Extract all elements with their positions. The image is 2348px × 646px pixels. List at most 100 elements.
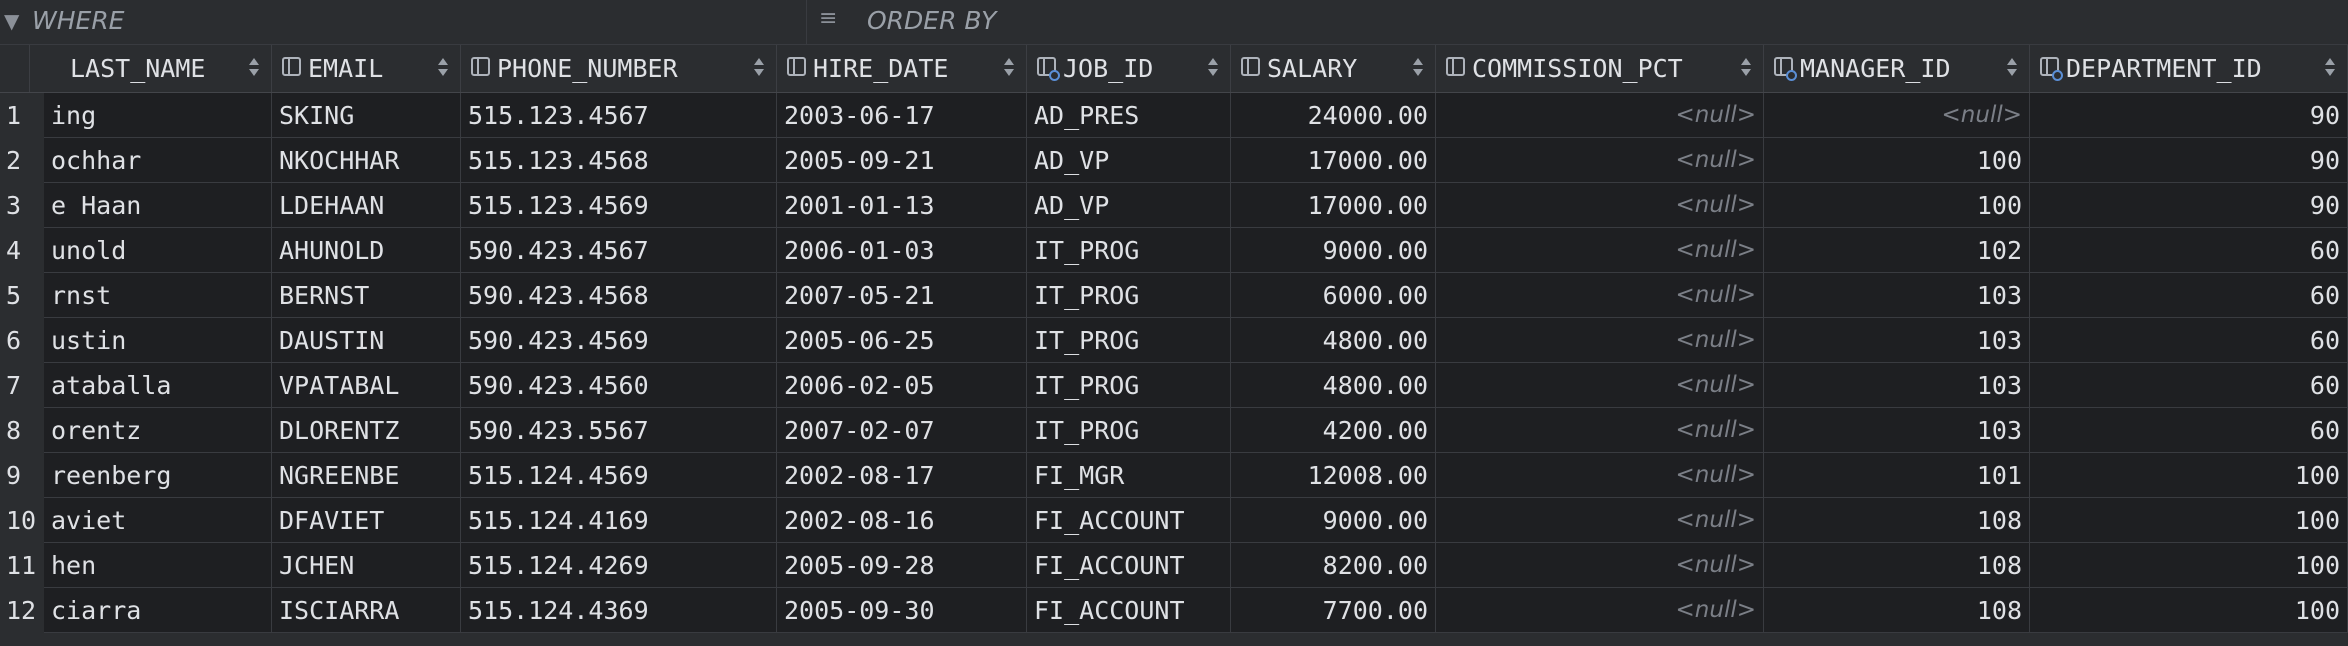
cell-hire-date[interactable]: 2001-01-13	[777, 183, 1027, 227]
row-number[interactable]: 3	[0, 183, 44, 228]
cell-department-id[interactable]: 90	[2030, 93, 2348, 137]
cell-phone-number[interactable]: 590.423.4560	[461, 363, 777, 407]
cell-manager-id[interactable]: 108	[1764, 543, 2030, 587]
cell-commission-pct[interactable]: <null>	[1436, 183, 1764, 227]
cell-job-id[interactable]: FI_ACCOUNT	[1027, 498, 1231, 542]
table-row[interactable]: 12 ciarra ISCIARRA 515.124.4369 2005-09-30 FI…	[0, 588, 2348, 633]
row-number[interactable]: 7	[0, 363, 44, 408]
cell-email[interactable]: NKOCHHAR	[272, 138, 461, 182]
cell-phone-number[interactable]: 515.123.4567	[461, 93, 777, 137]
cell-commission-pct[interactable]: <null>	[1436, 588, 1764, 632]
cell-manager-id[interactable]: 102	[1764, 228, 2030, 272]
orderby-filter[interactable]: ≡ ORDER BY	[807, 0, 2348, 44]
cell-manager-id[interactable]: 103	[1764, 363, 2030, 407]
cell-hire-date[interactable]: 2005-09-30	[777, 588, 1027, 632]
row-number[interactable]: 6	[0, 318, 44, 363]
cell-commission-pct[interactable]: <null>	[1436, 228, 1764, 272]
cell-salary[interactable]: 17000.00	[1231, 138, 1436, 182]
cell-salary[interactable]: 4800.00	[1231, 363, 1436, 407]
cell-last-name[interactable]: hen	[44, 543, 272, 587]
cell-last-name[interactable]: reenberg	[44, 453, 272, 497]
cell-phone-number[interactable]: 590.423.4568	[461, 273, 777, 317]
table-row[interactable]: 3e Haan LDEHAAN 515.123.4569 2001-01-13 AD_V…	[0, 183, 2348, 228]
column-header-manager-id[interactable]: MANAGER_ID	[1764, 45, 2030, 92]
cell-salary[interactable]: 9000.00	[1231, 498, 1436, 542]
row-number[interactable]: 5	[0, 273, 44, 318]
cell-job-id[interactable]: FI_MGR	[1027, 453, 1231, 497]
table-row[interactable]: 7 ataballa VPATABAL 590.423.4560 2006-02-05 I…	[0, 363, 2348, 408]
table-row[interactable]: 6 ustin DAUSTIN 590.423.4569 2005-06-25 IT_PR…	[0, 318, 2348, 363]
cell-salary[interactable]: 17000.00	[1231, 183, 1436, 227]
cell-department-id[interactable]: 60	[2030, 273, 2348, 317]
cell-commission-pct[interactable]: <null>	[1436, 453, 1764, 497]
table-row[interactable]: 10 aviet DFAVIET 515.124.4169 2002-08-16 FI_A…	[0, 498, 2348, 543]
cell-manager-id[interactable]: 108	[1764, 498, 2030, 542]
cell-manager-id[interactable]: 101	[1764, 453, 2030, 497]
table-row[interactable]: 4 unold AHUNOLD 590.423.4567 2006-01-03 IT_PR…	[0, 228, 2348, 273]
cell-manager-id[interactable]: 100	[1764, 138, 2030, 182]
row-number[interactable]: 4	[0, 228, 44, 273]
cell-department-id[interactable]: 100	[2030, 543, 2348, 587]
cell-hire-date[interactable]: 2007-05-21	[777, 273, 1027, 317]
cell-salary[interactable]: 24000.00	[1231, 93, 1436, 137]
cell-department-id[interactable]: 100	[2030, 498, 2348, 542]
cell-job-id[interactable]: AD_VP	[1027, 183, 1231, 227]
cell-job-id[interactable]: FI_ACCOUNT	[1027, 543, 1231, 587]
cell-email[interactable]: LDEHAAN	[272, 183, 461, 227]
sort-toggle-icon[interactable]	[2007, 58, 2017, 78]
sort-toggle-icon[interactable]	[1741, 58, 1751, 78]
row-number[interactable]: 12	[0, 588, 44, 633]
cell-commission-pct[interactable]: <null>	[1436, 138, 1764, 182]
cell-salary[interactable]: 4800.00	[1231, 318, 1436, 362]
cell-commission-pct[interactable]: <null>	[1436, 543, 1764, 587]
cell-email[interactable]: VPATABAL	[272, 363, 461, 407]
sort-toggle-icon[interactable]	[1413, 58, 1423, 78]
cell-last-name[interactable]: orentz	[44, 408, 272, 452]
column-header-last-name[interactable]: LAST_NAME	[30, 45, 272, 92]
cell-commission-pct[interactable]: <null>	[1436, 408, 1764, 452]
cell-last-name[interactable]: e Haan	[44, 183, 272, 227]
cell-phone-number[interactable]: 515.123.4568	[461, 138, 777, 182]
cell-job-id[interactable]: AD_VP	[1027, 138, 1231, 182]
cell-job-id[interactable]: IT_PROG	[1027, 408, 1231, 452]
cell-last-name[interactable]: rnst	[44, 273, 272, 317]
cell-hire-date[interactable]: 2006-01-03	[777, 228, 1027, 272]
cell-phone-number[interactable]: 515.124.4169	[461, 498, 777, 542]
cell-last-name[interactable]: ochhar	[44, 138, 272, 182]
cell-manager-id[interactable]: 103	[1764, 273, 2030, 317]
cell-last-name[interactable]: ciarra	[44, 588, 272, 632]
cell-department-id[interactable]: 60	[2030, 228, 2348, 272]
cell-salary[interactable]: 8200.00	[1231, 543, 1436, 587]
cell-email[interactable]: ISCIARRA	[272, 588, 461, 632]
cell-commission-pct[interactable]: <null>	[1436, 498, 1764, 542]
cell-salary[interactable]: 12008.00	[1231, 453, 1436, 497]
table-row[interactable]: 2 ochhar NKOCHHAR 515.123.4568 2005-09-21 AD_…	[0, 138, 2348, 183]
cell-last-name[interactable]: unold	[44, 228, 272, 272]
cell-hire-date[interactable]: 2007-02-07	[777, 408, 1027, 452]
cell-hire-date[interactable]: 2003-06-17	[777, 93, 1027, 137]
cell-department-id[interactable]: 100	[2030, 588, 2348, 632]
row-number[interactable]: 11	[0, 543, 44, 588]
cell-department-id[interactable]: 60	[2030, 363, 2348, 407]
cell-email[interactable]: SKING	[272, 93, 461, 137]
sort-toggle-icon[interactable]	[1004, 58, 1014, 78]
cell-salary[interactable]: 7700.00	[1231, 588, 1436, 632]
cell-email[interactable]: AHUNOLD	[272, 228, 461, 272]
cell-hire-date[interactable]: 2005-09-28	[777, 543, 1027, 587]
cell-department-id[interactable]: 90	[2030, 138, 2348, 182]
column-header-phone-number[interactable]: PHONE_NUMBER	[461, 45, 777, 92]
table-row[interactable]: 9 reenberg NGREENBE 515.124.4569 2002-08-17 F…	[0, 453, 2348, 498]
cell-hire-date[interactable]: 2005-09-21	[777, 138, 1027, 182]
cell-manager-id[interactable]: <null>	[1764, 93, 2030, 137]
cell-phone-number[interactable]: 590.423.4567	[461, 228, 777, 272]
cell-job-id[interactable]: IT_PROG	[1027, 318, 1231, 362]
column-header-commission-pct[interactable]: COMMISSION_PCT	[1436, 45, 1764, 92]
column-header-email[interactable]: EMAIL	[272, 45, 461, 92]
row-number[interactable]: 8	[0, 408, 44, 453]
cell-commission-pct[interactable]: <null>	[1436, 273, 1764, 317]
cell-email[interactable]: DAUSTIN	[272, 318, 461, 362]
cell-phone-number[interactable]: 590.423.4569	[461, 318, 777, 362]
cell-manager-id[interactable]: 100	[1764, 183, 2030, 227]
cell-email[interactable]: JCHEN	[272, 543, 461, 587]
column-header-salary[interactable]: SALARY	[1231, 45, 1436, 92]
